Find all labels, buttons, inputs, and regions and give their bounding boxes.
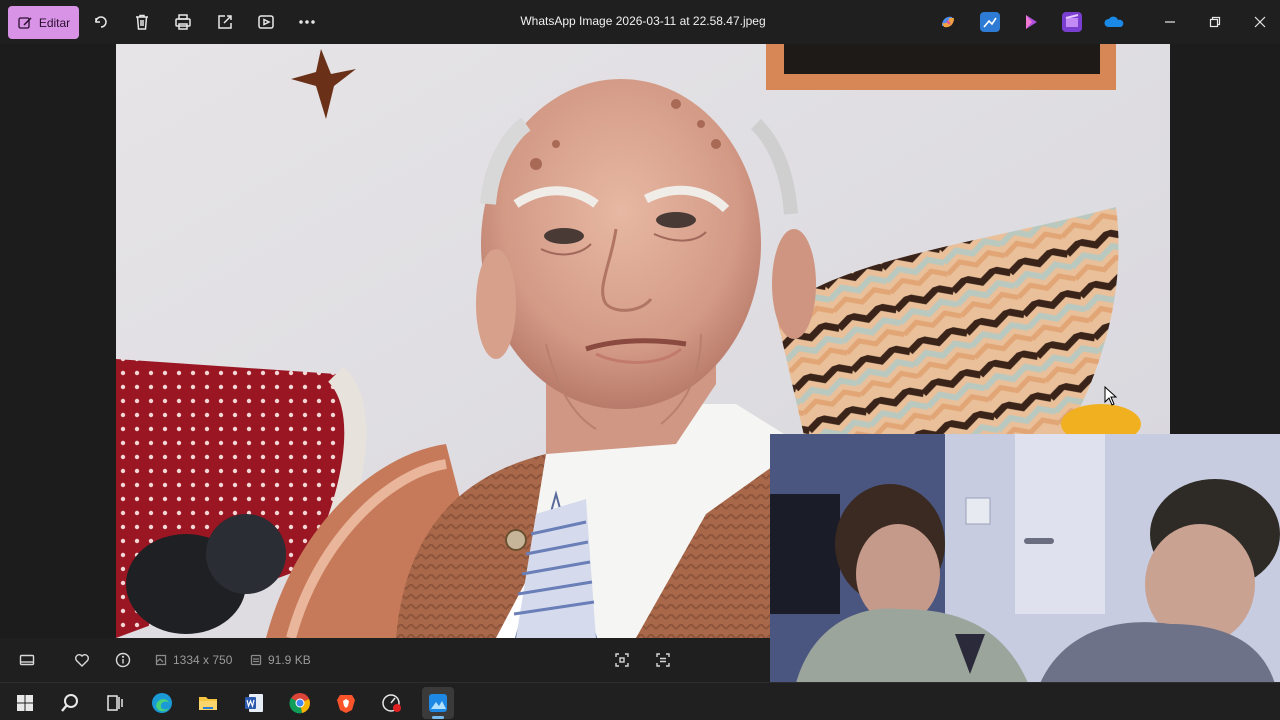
photos-app-icon[interactable]	[422, 687, 454, 719]
restore-button[interactable]	[1203, 10, 1227, 34]
image-dimensions: 1334 x 750	[155, 653, 232, 667]
webcam-overlay	[770, 434, 1280, 720]
delete-icon[interactable]	[131, 11, 153, 33]
clipchamp-icon[interactable]	[1062, 12, 1082, 32]
view-options-icon[interactable]	[653, 650, 673, 670]
fit-to-window-icon[interactable]	[612, 650, 632, 670]
word-icon[interactable]	[238, 687, 270, 719]
more-icon[interactable]	[296, 11, 318, 33]
rotate-icon[interactable]	[90, 11, 112, 33]
info-icon[interactable]	[113, 650, 133, 670]
close-button[interactable]	[1248, 10, 1272, 34]
search-icon[interactable]	[54, 687, 86, 719]
dimensions-icon	[155, 654, 167, 666]
taskbar	[0, 682, 1280, 720]
designer-icon[interactable]	[1021, 12, 1041, 32]
title-bar: Editar WhatsApp Image 2026-03-11 at 22.5…	[0, 0, 1280, 44]
brave-browser-icon[interactable]	[330, 687, 362, 719]
minimize-button[interactable]	[1158, 10, 1182, 34]
recording-app-icon[interactable]	[376, 687, 408, 719]
share-icon[interactable]	[214, 11, 236, 33]
mouse-cursor	[1104, 385, 1118, 411]
photos-editor-icon[interactable]	[980, 12, 1000, 32]
filmstrip-icon[interactable]	[17, 650, 37, 670]
favorite-icon[interactable]	[72, 650, 92, 670]
copilot-icon[interactable]	[938, 12, 958, 32]
file-size: 91.9 KB	[250, 653, 311, 667]
task-view-icon[interactable]	[99, 687, 131, 719]
edit-label: Editar	[38, 15, 71, 30]
window-title: WhatsApp Image 2026-03-11 at 22.58.47.jp…	[520, 14, 766, 28]
onedrive-icon[interactable]	[1103, 12, 1124, 32]
print-icon[interactable]	[172, 11, 194, 33]
file-explorer-icon[interactable]	[192, 687, 224, 719]
edit-icon	[18, 16, 32, 29]
chrome-icon[interactable]	[284, 687, 316, 719]
edge-browser-icon[interactable]	[146, 687, 178, 719]
windows-start-icon[interactable]	[9, 687, 41, 719]
file-size-icon	[250, 654, 262, 666]
slideshow-icon[interactable]	[255, 11, 277, 33]
edit-button[interactable]: Editar	[8, 6, 79, 39]
